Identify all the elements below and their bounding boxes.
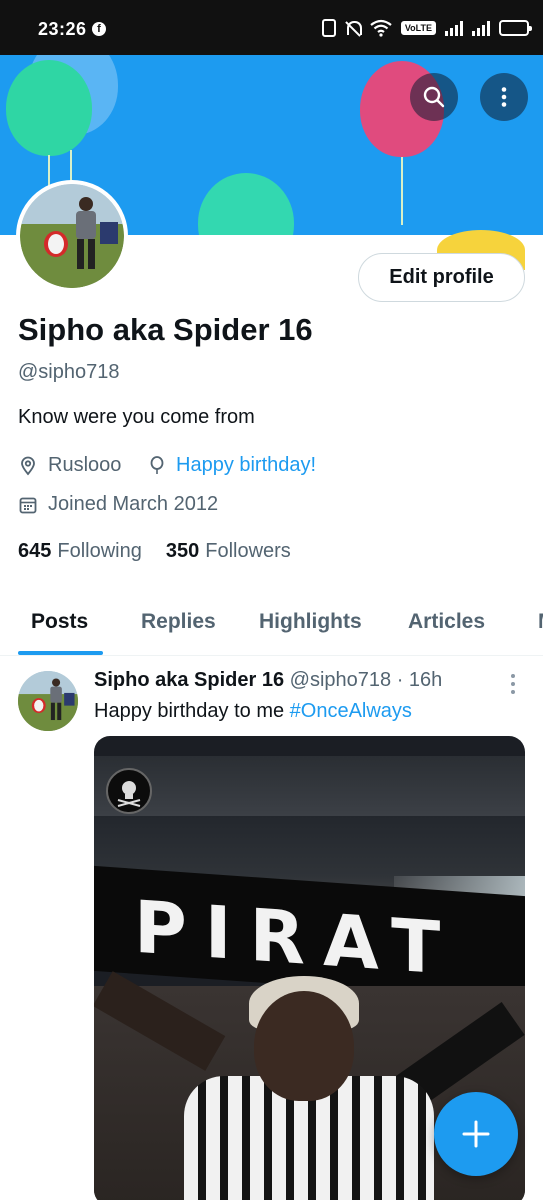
status-time: 23:26 [38,19,87,39]
balloon-decoration [6,60,92,156]
search-button[interactable] [410,73,458,121]
profile-avatar[interactable] [16,180,128,292]
battery-icon [499,20,532,36]
tab-highlights[interactable]: Highlights [259,610,362,634]
balloon-icon [148,455,166,476]
search-icon [423,86,445,108]
post-body: Happy birthday to me [94,700,290,722]
profile-tabs: Posts Replies Highlights Articles M [0,600,543,656]
following-label: Following [57,540,142,562]
profile-location: Ruslooo [18,454,121,477]
tab-media[interactable]: M [538,610,543,634]
plus-icon [462,1120,490,1148]
calendar-icon [18,495,38,515]
birthday-link[interactable]: Happy birthday! [176,454,316,477]
status-bar: 23:26 f VoLTE [0,0,543,55]
post-hashtag[interactable]: #OnceAlways [290,700,412,722]
following-count: 645 [18,540,52,562]
facebook-icon: f [92,22,106,36]
display-name: Sipho aka Spider 16 [18,312,313,347]
fan-face [254,991,354,1101]
tab-replies[interactable]: Replies [141,610,216,634]
tab-articles[interactable]: Articles [408,610,485,634]
post-avatar[interactable] [18,671,78,731]
location-pin-icon [18,456,38,476]
following-link[interactable]: 645 Following [18,540,142,563]
volte-icon: VoLTE [400,21,436,35]
followers-label: Followers [205,540,291,562]
post-text: Happy birthday to me #OnceAlways [94,700,412,723]
profile-handle: @sipho718 [18,361,120,383]
club-logo-icon [106,768,152,814]
more-options-button[interactable] [480,73,528,121]
person-figure-icon [20,184,124,288]
nfc-icon [321,19,336,37]
status-icons: VoLTE [321,16,532,40]
active-tab-indicator [18,651,103,655]
location-text: Ruslooo [48,454,122,476]
more-vertical-icon [511,674,515,694]
post-more-button[interactable] [506,673,520,700]
balloon-decoration [198,173,294,235]
joined-text: Joined March 2012 [48,493,219,515]
signal-icon [472,20,490,36]
compose-post-button[interactable] [434,1092,518,1176]
edit-profile-button[interactable]: Edit profile [358,253,525,302]
bell-off-icon [345,20,362,37]
follow-stats: 645 Following 350 Followers [18,540,291,563]
wifi-icon [370,19,392,37]
profile-joined: Joined March 2012 [18,493,218,516]
post-author-handle: @sipho718 [289,669,392,691]
followers-count: 350 [165,540,200,562]
profile-bio: Know were you come from [18,406,255,428]
signal-icon [445,20,463,36]
followers-link[interactable]: 350 Followers [166,540,291,563]
tab-posts[interactable]: Posts [31,610,88,634]
post-author-name[interactable]: Sipho aka Spider 16 [94,669,284,691]
more-vertical-icon [501,87,507,107]
person-figure-icon [18,671,78,731]
avatar-photo [20,184,124,288]
post-timestamp: · 16h [396,669,443,691]
profile-birthday[interactable]: Happy birthday! [148,454,316,477]
post-header: Sipho aka Spider 16 @sipho718 · 16h [94,669,442,692]
